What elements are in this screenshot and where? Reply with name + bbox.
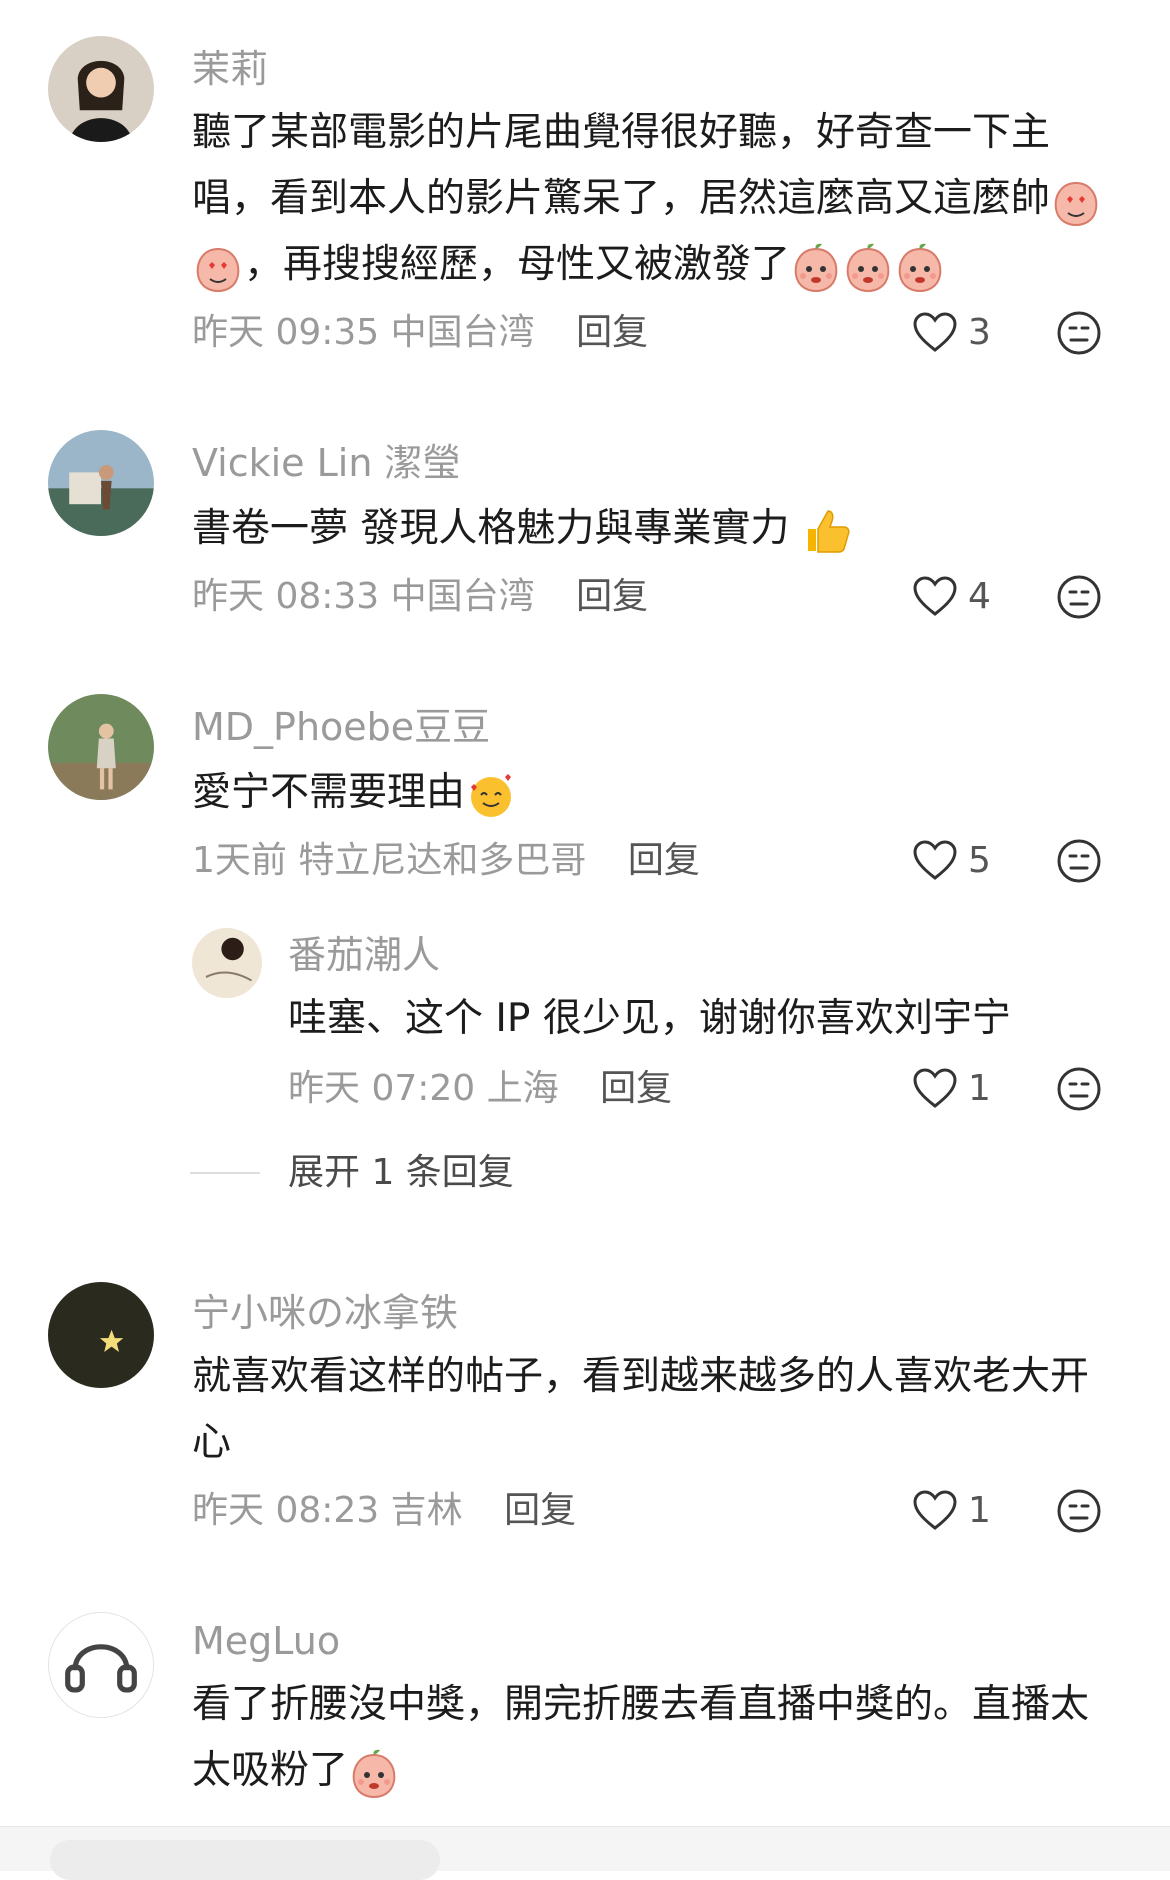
comment-text: 就喜欢看这样的帖子，看到越来越多的人喜欢老大开心 bbox=[192, 1344, 1092, 1476]
expand-replies-button[interactable]: 展开 1 条回复 bbox=[288, 1150, 514, 1196]
avatar[interactable] bbox=[192, 928, 262, 998]
comment-text: 愛宁不需要理由 bbox=[192, 760, 1092, 826]
comment-text-part1: 聽了某部電影的片尾曲覺得很好聽，好奇查一下主唱，看到本人的影片驚呆了，居然這麼高… bbox=[192, 110, 1051, 221]
neutral-face-icon[interactable] bbox=[1056, 1488, 1102, 1534]
reply-button[interactable]: 回复 bbox=[576, 312, 648, 353]
username[interactable]: 番茄潮人 bbox=[288, 932, 440, 978]
neutral-face-icon[interactable] bbox=[1056, 310, 1102, 356]
location: 吉林 bbox=[390, 1490, 463, 1531]
like-button[interactable]: 1 bbox=[912, 1066, 991, 1112]
reply-button[interactable]: 回复 bbox=[576, 576, 648, 617]
heart-eyes-emoji-icon bbox=[1050, 175, 1102, 227]
comment-text: 聽了某部電影的片尾曲覺得很好聽，好奇查一下主唱，看到本人的影片驚呆了，居然這麼高… bbox=[192, 100, 1112, 298]
comment-meta: 1天前 特立尼达和多巴哥 回复 bbox=[192, 838, 700, 884]
like-button[interactable]: 3 bbox=[912, 310, 991, 356]
comment-text-content: 哇塞、这个 IP 很少见，谢谢你喜欢刘宇宁 bbox=[288, 996, 1011, 1041]
timestamp: 昨天 08:23 bbox=[192, 1490, 380, 1531]
username[interactable]: 茉莉 bbox=[192, 46, 268, 92]
thumbs-up-emoji-icon bbox=[802, 505, 854, 557]
heart-outline-icon bbox=[912, 1068, 958, 1110]
smiling-face-with-hearts-emoji-icon bbox=[465, 769, 517, 821]
peach-emoji-icon bbox=[790, 241, 842, 293]
heart-outline-icon bbox=[912, 840, 958, 882]
comment-text: 看了折腰沒中獎，開完折腰去看直播中獎的。直播太太吸粉了 bbox=[192, 1672, 1092, 1804]
username[interactable]: 宁小咪の冰拿铁 bbox=[192, 1290, 458, 1336]
location: 上海 bbox=[486, 1068, 559, 1109]
location: 特立尼达和多巴哥 bbox=[298, 840, 587, 881]
heart-outline-icon bbox=[912, 312, 958, 354]
reply-button[interactable]: 回复 bbox=[600, 1068, 672, 1109]
avatar[interactable] bbox=[48, 1282, 154, 1388]
like-button[interactable]: 1 bbox=[912, 1488, 991, 1534]
location: 中国台湾 bbox=[390, 312, 535, 353]
timestamp: 昨天 07:20 bbox=[288, 1068, 476, 1109]
peach-emoji-icon bbox=[894, 241, 946, 293]
reply-button[interactable]: 回复 bbox=[628, 840, 700, 881]
comment-text-content: 愛宁不需要理由 bbox=[192, 770, 466, 815]
comment-text: 哇塞、这个 IP 很少见，谢谢你喜欢刘宇宁 bbox=[288, 986, 1108, 1052]
comment-meta: 昨天 08:33 中国台湾 回复 bbox=[192, 574, 648, 620]
heart-eyes-emoji-icon bbox=[192, 241, 244, 293]
comment-text-content: 就喜欢看这样的帖子，看到越来越多的人喜欢老大开心 bbox=[192, 1354, 1090, 1465]
username[interactable]: MD_Phoebe豆豆 bbox=[192, 704, 490, 750]
username[interactable]: Vickie Lin 潔瑩 bbox=[192, 440, 461, 486]
divider bbox=[190, 1172, 260, 1174]
comment-text-content: 書卷一夢 發現人格魅力與專業實力 bbox=[192, 506, 790, 551]
avatar[interactable] bbox=[48, 1612, 154, 1718]
comment-text-part2: ，再搜搜經歷，母性又被激發了 bbox=[244, 242, 791, 287]
like-count: 1 bbox=[968, 1068, 991, 1109]
heart-outline-icon bbox=[912, 576, 958, 618]
like-button[interactable]: 5 bbox=[912, 838, 991, 884]
comment-input-bar[interactable] bbox=[50, 1840, 440, 1880]
neutral-face-icon[interactable] bbox=[1056, 1066, 1102, 1112]
reply-button[interactable]: 回复 bbox=[504, 1490, 576, 1531]
like-count: 4 bbox=[968, 576, 991, 617]
timestamp: 1天前 bbox=[192, 840, 287, 881]
heart-outline-icon bbox=[912, 1490, 958, 1532]
comment-meta: 昨天 09:35 中国台湾 回复 bbox=[192, 310, 648, 356]
timestamp: 昨天 09:35 bbox=[192, 312, 380, 353]
like-count: 3 bbox=[968, 312, 991, 353]
avatar[interactable] bbox=[48, 694, 154, 800]
timestamp: 昨天 08:33 bbox=[192, 576, 380, 617]
avatar[interactable] bbox=[48, 430, 154, 536]
neutral-face-icon[interactable] bbox=[1056, 838, 1102, 884]
peach-emoji-icon bbox=[348, 1747, 400, 1799]
avatar[interactable] bbox=[48, 36, 154, 142]
comment-text: 書卷一夢 發現人格魅力與專業實力 bbox=[192, 496, 1092, 562]
neutral-face-icon[interactable] bbox=[1056, 574, 1102, 620]
like-count: 5 bbox=[968, 840, 991, 881]
comment-meta: 昨天 08:23 吉林 回复 bbox=[192, 1488, 576, 1534]
like-count: 1 bbox=[968, 1490, 991, 1531]
comment-text-content: 看了折腰沒中獎，開完折腰去看直播中獎的。直播太太吸粉了 bbox=[192, 1682, 1090, 1793]
location: 中国台湾 bbox=[390, 576, 535, 617]
comment-meta: 昨天 07:20 上海 回复 bbox=[288, 1066, 672, 1112]
like-button[interactable]: 4 bbox=[912, 574, 991, 620]
peach-emoji-icon bbox=[842, 241, 894, 293]
username[interactable]: MegLuo bbox=[192, 1618, 340, 1664]
